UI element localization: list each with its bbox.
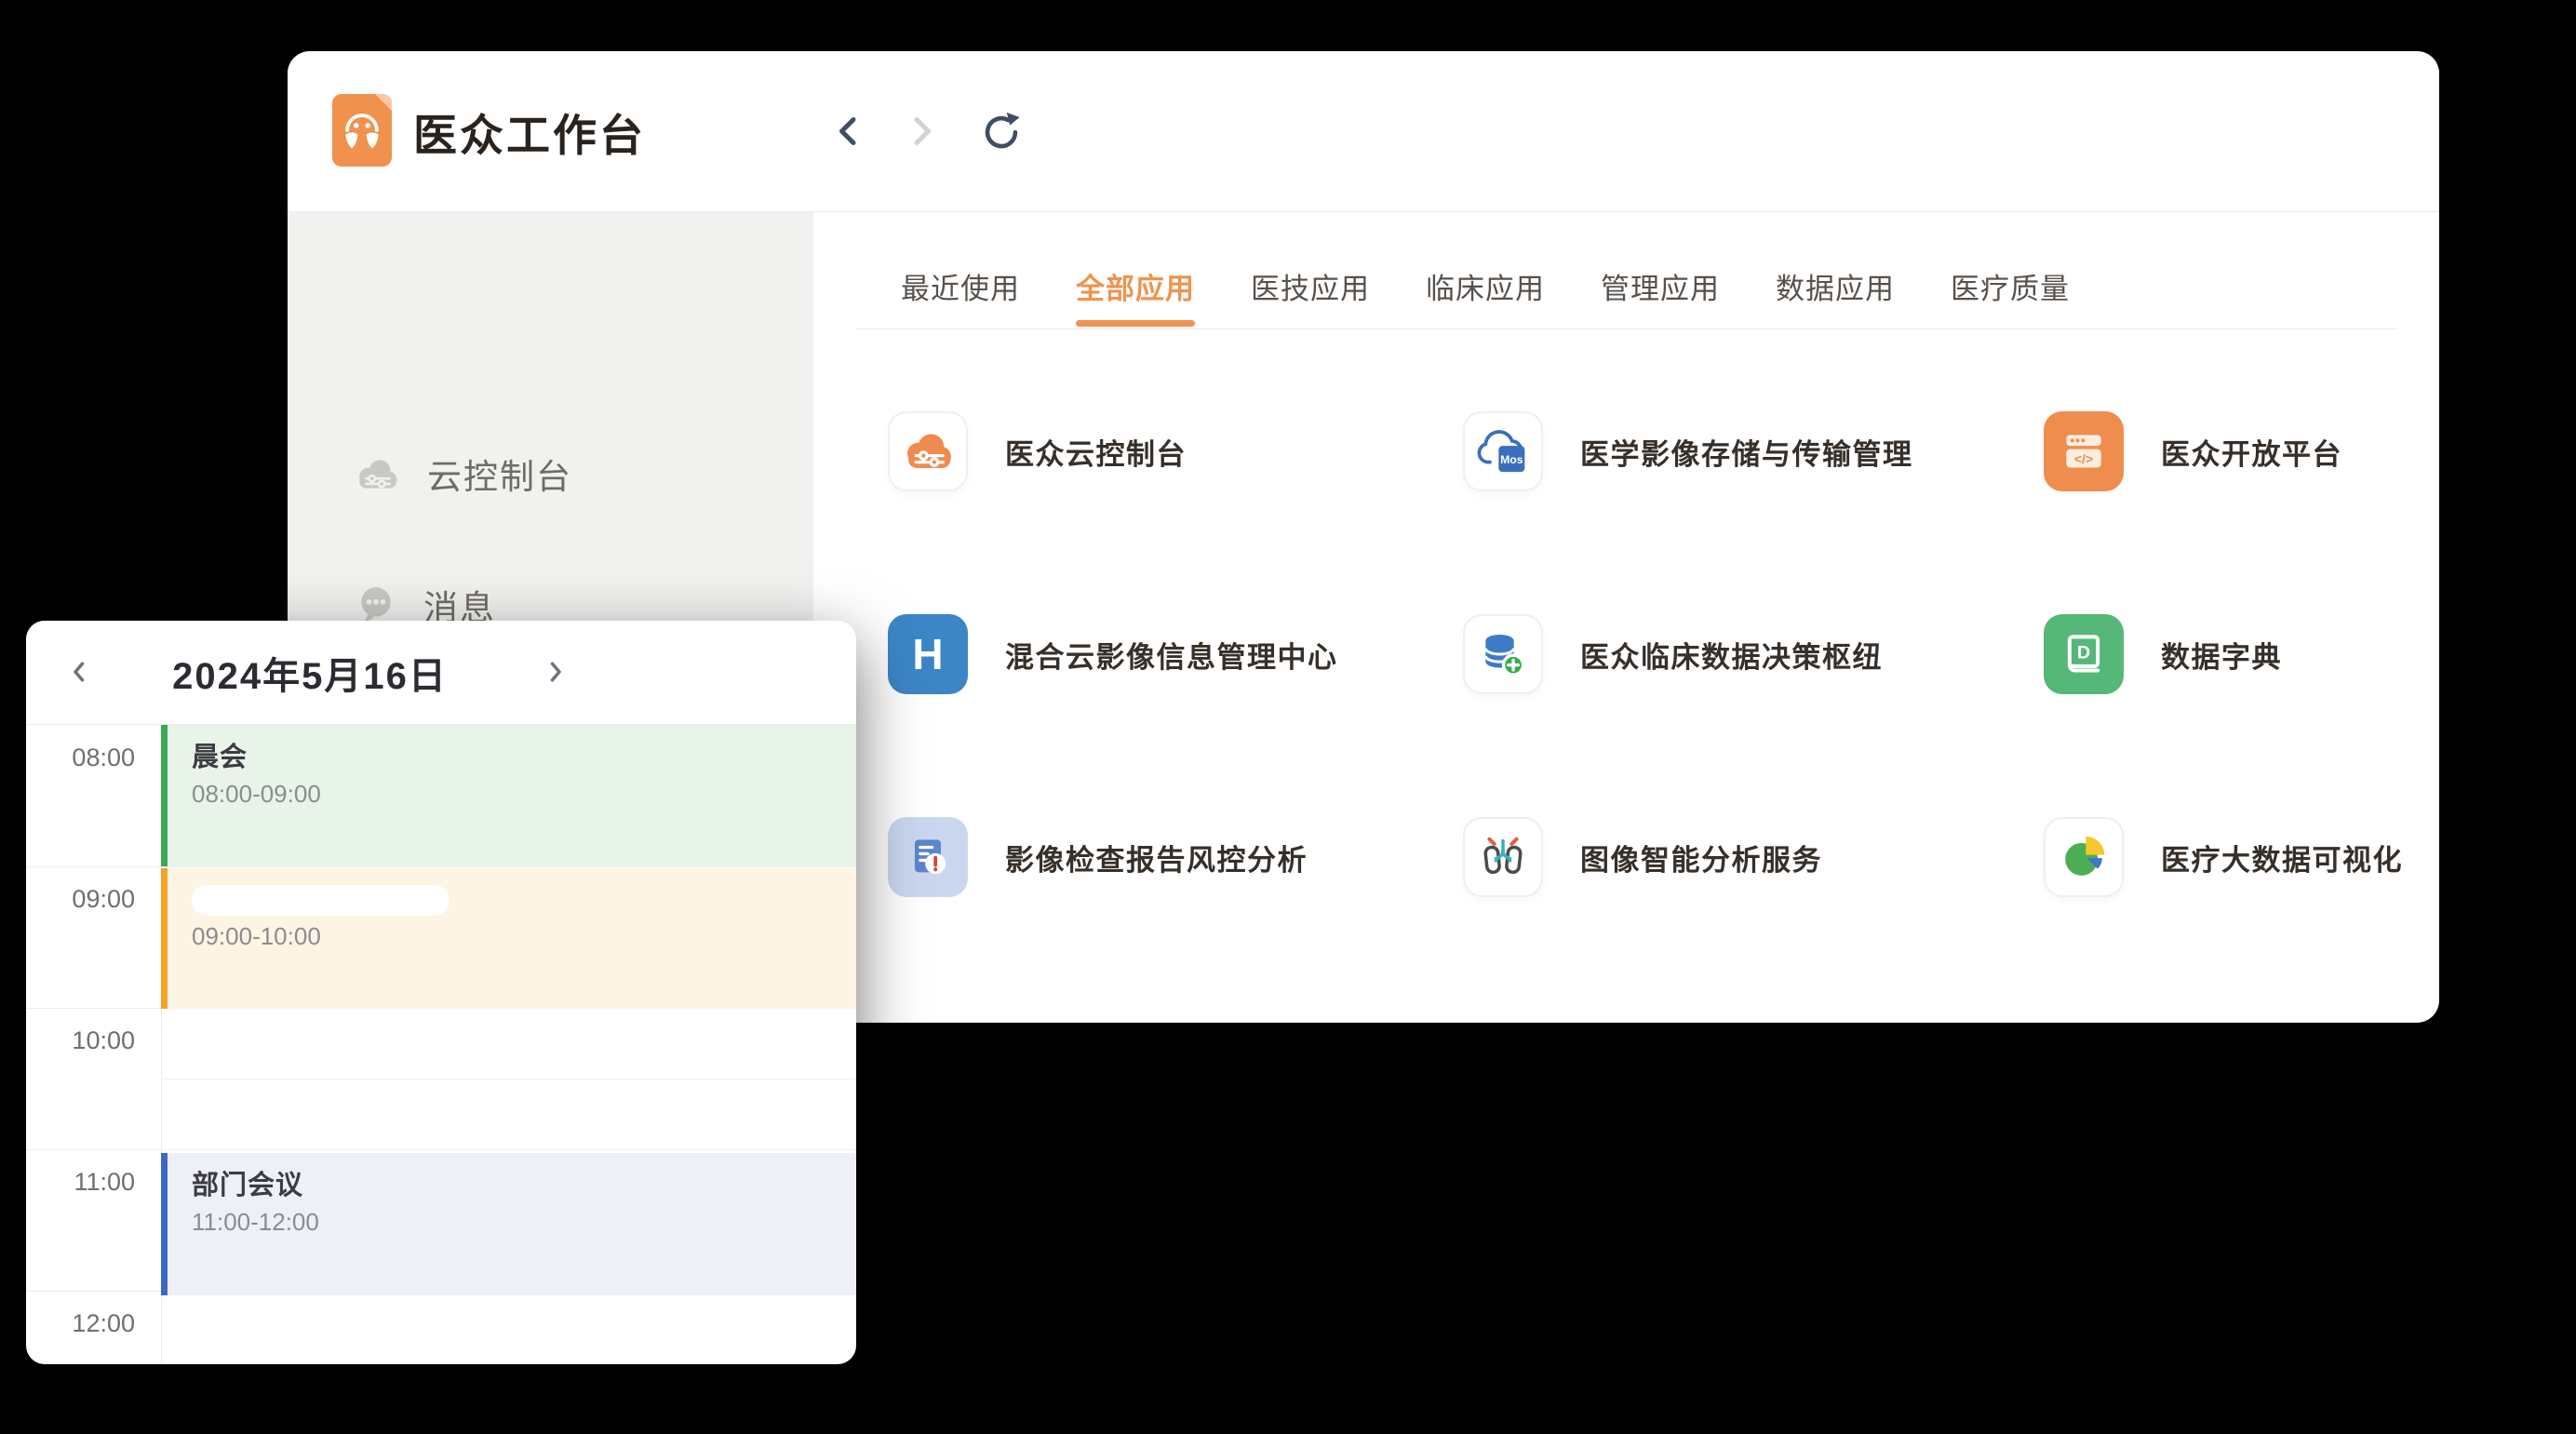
tab-medtech[interactable]: 医技应用 [1251, 271, 1370, 308]
hour-label: 09:00 [26, 885, 135, 914]
pie-chart-icon [2058, 831, 2110, 883]
calendar-event-department-meeting[interactable]: 部门会议 11:00-12:00 [161, 1153, 856, 1295]
calendar-prev-button[interactable] [60, 651, 101, 692]
calendar-header: 2024年5月16日 [26, 621, 856, 725]
app-item-bigdata-visualization[interactable]: 医疗大数据可视化 [2044, 817, 2565, 897]
event-time: 11:00-12:00 [192, 1208, 856, 1237]
app-label: 医疗大数据可视化 [2161, 837, 2403, 878]
event-time: 08:00-09:00 [192, 780, 856, 809]
tab-quality[interactable]: 医疗质量 [1951, 271, 2070, 308]
app-label: 医众云控制台 [1005, 431, 1187, 473]
app-category-tabs: 最近使用 全部应用 医技应用 临床应用 管理应用 数据应用 医疗质量 [901, 271, 2070, 308]
event-time: 09:00-10:00 [192, 922, 856, 951]
tab-recent[interactable]: 最近使用 [901, 271, 1020, 308]
code-window-icon: </> [2058, 425, 2110, 477]
app-item-report-risk-analysis[interactable]: 影像检查报告风控分析 [888, 817, 1463, 897]
app-item-image-ai-analysis[interactable]: 图像智能分析服务 [1463, 817, 2044, 897]
cloud-settings-icon [355, 454, 401, 493]
app-item-open-platform[interactable]: </> 医众开放平台 [2044, 411, 2565, 491]
app-item-hybrid-cloud-imaging[interactable]: H 混合云影像信息管理中心 [888, 614, 1463, 694]
app-label: 医学影像存储与传输管理 [1580, 431, 1913, 473]
hour-label: 08:00 [26, 744, 135, 772]
page-title: 医众工作台 [413, 51, 646, 211]
window-header: 医众工作台 [288, 51, 2439, 212]
cloud-mos-icon: Mos [1477, 425, 1529, 477]
tabs-divider [855, 328, 2396, 329]
letter-d: D [2077, 643, 2090, 663]
tab-clinical[interactable]: 临床应用 [1426, 271, 1545, 308]
chevron-left-icon [830, 113, 867, 150]
cloud-sliders-icon [902, 431, 954, 472]
calendar-event-morning-meeting[interactable]: 晨会 08:00-09:00 [161, 725, 856, 866]
app-label: 混合云影像信息管理中心 [1005, 634, 1338, 676]
screen: 医众工作台 [0, 0, 2576, 1434]
app-item-imaging-storage[interactable]: Mos 医学影像存储与传输管理 [1463, 411, 2044, 491]
hour-label: 10:00 [26, 1026, 135, 1055]
app-logo-icon [332, 94, 392, 167]
calendar-event-redacted[interactable]: 09:00-10:00 [161, 868, 856, 1009]
app-label: 医众临床数据决策枢纽 [1580, 634, 1883, 676]
redacted-event-title [192, 885, 449, 916]
chevron-left-icon [66, 658, 94, 686]
hour-label: 11:00 [26, 1168, 135, 1197]
app-item-data-dictionary[interactable]: D 数据字典 [2044, 614, 2565, 694]
app-label: 数据字典 [2161, 634, 2282, 676]
lungs-icon [1477, 831, 1529, 883]
database-plus-icon [1477, 628, 1529, 680]
tab-all-apps[interactable]: 全部应用 [1076, 271, 1195, 308]
tab-management[interactable]: 管理应用 [1601, 271, 1720, 308]
event-title: 部门会议 [192, 1168, 856, 1203]
calendar-next-button[interactable] [534, 651, 575, 692]
sidebar-item-label: 云控制台 [427, 449, 572, 499]
app-label: 医众开放平台 [2161, 431, 2342, 473]
app-label: 图像智能分析服务 [1580, 837, 1822, 878]
code-glyph: </> [2074, 451, 2093, 466]
refresh-icon [980, 110, 1023, 153]
hour-gridline [26, 866, 856, 867]
hour-label: 12:00 [26, 1309, 135, 1338]
calendar-panel: 2024年5月16日 08:00 09:00 10:00 11:00 12:00… [26, 621, 856, 1364]
mos-badge: Mos [1500, 453, 1523, 466]
back-button[interactable] [826, 109, 871, 154]
app-grid: 医众云控制台 Mos 医学影像存储与传输管理 [888, 411, 2565, 897]
calendar-date: 2024年5月16日 [128, 621, 491, 724]
app-item-clinical-data-hub[interactable]: 医众临床数据决策枢纽 [1463, 614, 2044, 694]
report-alert-icon [902, 831, 954, 883]
sidebar-item-cloud-console[interactable]: 云控制台 [355, 448, 572, 500]
chevron-right-icon [541, 658, 569, 686]
dictionary-book-icon: D [2058, 628, 2110, 680]
event-title: 晨会 [192, 740, 856, 775]
chevron-right-icon [903, 113, 940, 150]
tab-data[interactable]: 数据应用 [1776, 271, 1895, 308]
app-label: 影像检查报告风控分析 [1005, 837, 1308, 878]
letter-h-icon: H [888, 614, 968, 694]
refresh-button[interactable] [979, 109, 1024, 154]
app-item-cloud-console[interactable]: 医众云控制台 [888, 411, 1463, 491]
hour-gridline [26, 1149, 856, 1150]
forward-button[interactable] [899, 109, 944, 154]
